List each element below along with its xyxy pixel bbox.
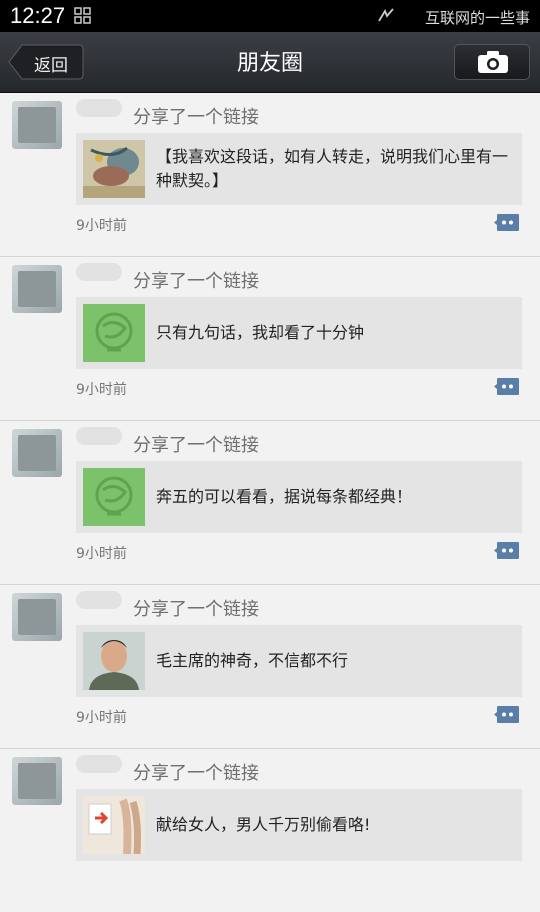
avatar[interactable] [12, 101, 62, 149]
feed-post: 分享了一个链接 献给女人，男人千万别偷看咯! [0, 749, 540, 912]
post-time: 9小时前 [76, 218, 127, 234]
comment-icon[interactable] [494, 377, 520, 397]
comment-icon[interactable] [494, 213, 520, 233]
camera-button[interactable] [454, 44, 530, 80]
link-thumbnail [83, 140, 145, 198]
username-blurred[interactable] [76, 99, 122, 117]
post-action: 分享了一个链接 [133, 435, 259, 456]
shared-link[interactable]: 毛主席的神奇，不信都不行 [76, 625, 522, 697]
link-title: 奔五的可以看看，据说每条都经典！ [156, 487, 413, 506]
post-action: 分享了一个链接 [133, 599, 259, 620]
status-bar: 12:27 互联网的一些事 [0, 0, 540, 32]
avatar[interactable] [12, 265, 62, 313]
username-blurred[interactable] [76, 755, 122, 773]
post-time: 9小时前 [76, 710, 127, 726]
watermark-text: 互联网的一些事 [424, 9, 530, 27]
post-action: 分享了一个链接 [133, 271, 259, 292]
link-title: 献给女人，男人千万别偷看咯! [156, 815, 371, 834]
username-blurred[interactable] [76, 427, 122, 445]
avatar[interactable] [12, 757, 62, 805]
green-logo-icon [83, 468, 145, 526]
camera-icon [478, 51, 508, 73]
sign-thumbnail-icon [83, 796, 145, 854]
shared-link[interactable]: 只有九句话，我却看了十分钟 [76, 297, 522, 369]
username-blurred[interactable] [76, 263, 122, 281]
comment-icon[interactable] [494, 705, 520, 725]
post-time: 9小时前 [76, 546, 127, 562]
feed-post: 分享了一个链接 毛主席的神奇，不信都不行 9小时前 [0, 585, 540, 749]
link-thumbnail [83, 468, 145, 526]
painting-thumbnail-icon [83, 140, 145, 198]
shared-link[interactable]: 【我喜欢这段话，如有人转走，说明我们心里有一种默契。】 [76, 133, 522, 205]
comment-icon[interactable] [494, 541, 520, 561]
clock: 12:27 [10, 3, 66, 28]
link-title: 【我喜欢这段话，如有人转走，说明我们心里有一种默契。】 [156, 147, 509, 190]
shared-link[interactable]: 献给女人，男人千万别偷看咯! [76, 789, 522, 861]
grid-icon [74, 7, 91, 24]
shared-link[interactable]: 奔五的可以看看，据说每条都经典！ [76, 461, 522, 533]
post-action: 分享了一个链接 [133, 107, 259, 128]
avatar[interactable] [12, 429, 62, 477]
green-logo-icon [83, 304, 145, 362]
moments-feed: 分享了一个链接 【我喜欢这段话，如有人转走，说明我们心里有一种默契。】 9小时前 [0, 93, 540, 912]
feed-post: 分享了一个链接 【我喜欢这段话，如有人转走，说明我们心里有一种默契。】 9小时前 [0, 93, 540, 257]
portrait-thumbnail-icon [83, 632, 145, 690]
link-thumbnail [83, 796, 145, 854]
link-thumbnail [83, 632, 145, 690]
post-action: 分享了一个链接 [133, 763, 259, 784]
feed-post: 分享了一个链接 奔五的可以看看，据说每条都经典！ 9小时前 [0, 421, 540, 585]
link-title: 毛主席的神奇，不信都不行 [156, 651, 349, 670]
link-title: 只有九句话，我却看了十分钟 [156, 323, 365, 342]
link-thumbnail [83, 304, 145, 362]
watermark-logo-icon [378, 8, 394, 22]
username-blurred[interactable] [76, 591, 122, 609]
feed-post: 分享了一个链接 只有九句话，我却看了十分钟 9小时前 [0, 257, 540, 421]
post-time: 9小时前 [76, 382, 127, 398]
title-bar: 返回 朋友圈 [0, 32, 540, 93]
avatar[interactable] [12, 593, 62, 641]
